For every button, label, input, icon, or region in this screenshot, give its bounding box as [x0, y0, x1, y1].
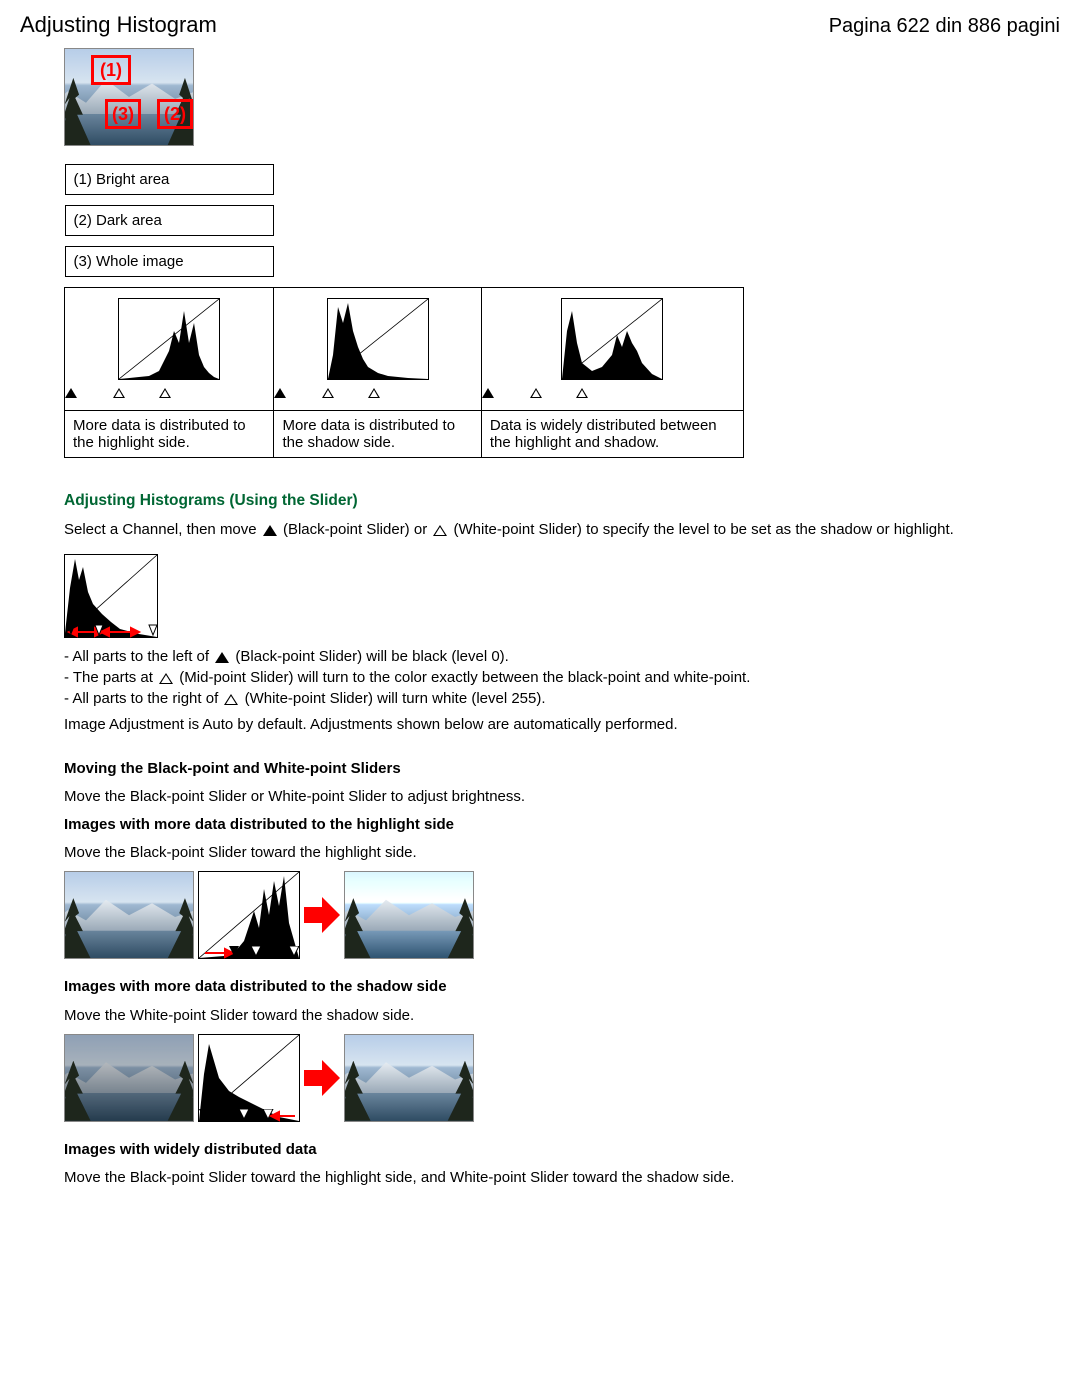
black-point-icon: [215, 652, 229, 663]
case1-figure: [64, 871, 1060, 959]
intro-text-a: Select a Channel, then move: [64, 521, 261, 538]
case2-text: Move the White-point Slider toward the s…: [64, 1006, 1060, 1026]
case2-histogram: [198, 1034, 300, 1122]
white-point-icon: [224, 694, 238, 705]
rule-black: - All parts to the left of (Black-point …: [64, 648, 1060, 665]
case1-histogram: [198, 871, 300, 959]
black-point-icon: [263, 525, 277, 536]
histogram-examples-table: (1) Bright area (2) Dark area (3) Whole …: [64, 164, 744, 458]
auto-adjust-note: Image Adjustment is Auto by default. Adj…: [64, 715, 1060, 735]
col3-header: (3) Whole image: [65, 246, 274, 277]
region-1-box: (1): [91, 55, 131, 85]
case2-after-photo: [344, 1034, 474, 1122]
col2-histogram: [274, 288, 481, 411]
mid-point-icon: [159, 673, 173, 684]
case2-before-photo: [64, 1034, 194, 1122]
section-adjusting-intro: Select a Channel, then move (Black-point…: [64, 520, 1060, 540]
slider-rules-list: - All parts to the left of (Black-point …: [64, 648, 1060, 707]
col2-desc: More data is distributed to the shadow s…: [274, 411, 481, 458]
region-3-box: (3): [105, 99, 141, 129]
col3-histogram: [481, 288, 743, 411]
col2-header: (2) Dark area: [65, 205, 274, 236]
col1-header: (1) Bright area: [65, 164, 274, 195]
arrow-right-icon: [304, 895, 340, 935]
adjust-histogram-figure: [64, 554, 158, 638]
page-number: Pagina 622 din 886 pagini: [829, 15, 1060, 38]
arrow-right-icon: [304, 1058, 340, 1098]
intro-text-c: (White-point Slider) to specify the leve…: [454, 521, 954, 538]
case2-title: Images with more data distributed to the…: [64, 977, 1060, 997]
case1-title: Images with more data distributed to the…: [64, 815, 1060, 835]
page-header: Adjusting Histogram Pagina 622 din 886 p…: [20, 12, 1060, 38]
section-moving-intro: Move the Black-point Slider or White-poi…: [64, 787, 1060, 807]
section-adjusting-title: Adjusting Histograms (Using the Slider): [64, 492, 1060, 510]
case3-title: Images with widely distributed data: [64, 1140, 1060, 1160]
col1-histogram: [65, 288, 274, 411]
section-moving-title: Moving the Black-point and White-point S…: [64, 760, 1060, 777]
col1-desc: More data is distributed to the highligh…: [65, 411, 274, 458]
white-point-icon: [433, 525, 447, 536]
case1-after-photo: [344, 871, 474, 959]
intro-text-b: (Black-point Slider) or: [283, 521, 431, 538]
rule-mid: - The parts at (Mid-point Slider) will t…: [64, 669, 1060, 686]
region-2-box: (2): [157, 99, 193, 129]
rule-white: - All parts to the right of (White-point…: [64, 690, 1060, 707]
case3-text: Move the Black-point Slider toward the h…: [64, 1168, 1060, 1188]
sample-photo-annotated: (1) (2) (3): [64, 48, 194, 146]
case1-text: Move the Black-point Slider toward the h…: [64, 843, 1060, 863]
page-title: Adjusting Histogram: [20, 12, 217, 38]
case1-before-photo: [64, 871, 194, 959]
case2-figure: [64, 1034, 1060, 1122]
col3-desc: Data is widely distributed between the h…: [481, 411, 743, 458]
